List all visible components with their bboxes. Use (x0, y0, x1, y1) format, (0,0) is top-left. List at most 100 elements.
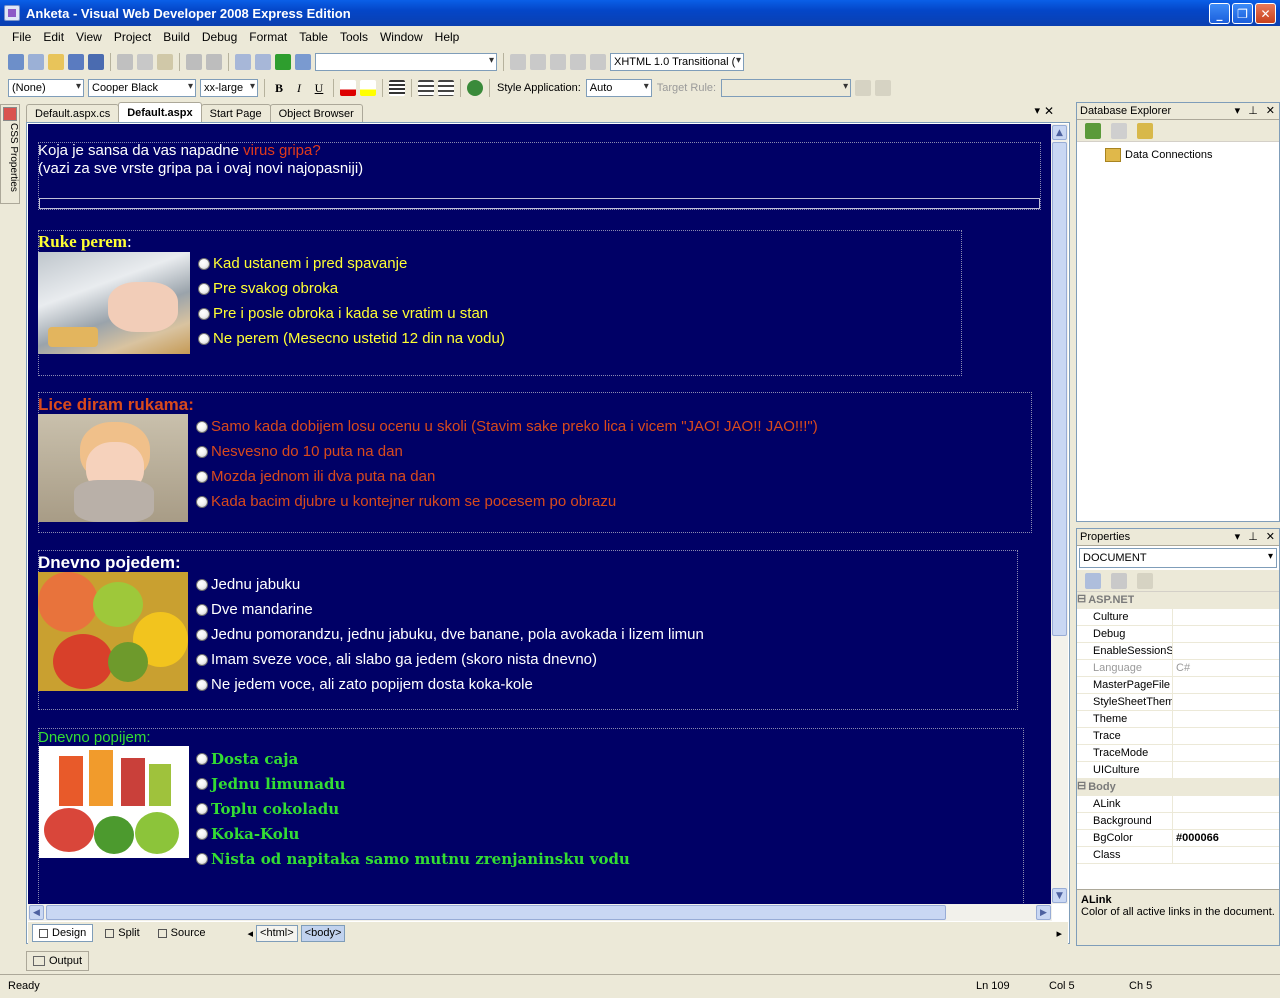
maximize-button[interactable]: ❐ (1232, 3, 1253, 24)
style-application-select[interactable]: Auto (585, 79, 652, 97)
find-in-files-icon[interactable] (295, 54, 311, 70)
style-toggle-icon[interactable] (875, 80, 892, 96)
tab-default-aspx[interactable]: Default.aspx (118, 102, 202, 122)
scroll-left-icon[interactable]: ◀ (29, 905, 44, 920)
property-row[interactable]: UICulture (1077, 762, 1279, 779)
format-selection-icon[interactable] (550, 54, 566, 70)
open-file-icon[interactable] (48, 54, 64, 70)
scroll-up-icon[interactable]: ▲ (1052, 125, 1067, 140)
option-3-3[interactable]: Jednu pomorandzu, jednu jabuku, dve bana… (196, 626, 704, 643)
uncomment-icon[interactable] (590, 54, 606, 70)
menu-format[interactable]: Format (243, 30, 293, 44)
italic-button[interactable]: I (289, 78, 309, 98)
property-row[interactable]: Theme (1077, 711, 1279, 728)
property-row[interactable]: ALink (1077, 796, 1279, 813)
scroll-down-icon[interactable]: ▼ (1052, 888, 1067, 903)
copy-icon[interactable] (137, 54, 153, 70)
option-4-4[interactable]: Koka-Kolu (196, 825, 299, 843)
property-value[interactable] (1173, 626, 1279, 642)
object-select[interactable]: DOCUMENT (1079, 548, 1277, 568)
option-1-4[interactable]: Ne perem (Mesecno ustetid 12 din na vodu… (198, 330, 505, 347)
close-tab-icon[interactable]: ✕ (1044, 104, 1054, 118)
property-value[interactable] (1173, 711, 1279, 727)
numbered-list-icon[interactable] (438, 80, 454, 96)
close-button[interactable]: ✕ (1255, 3, 1276, 24)
menu-table[interactable]: Table (293, 30, 334, 44)
menu-window[interactable]: Window (374, 30, 429, 44)
data-connections-node[interactable]: Data Connections (1077, 142, 1279, 162)
option-3-5[interactable]: Ne jedem voce, ali zato popijem dosta ko… (196, 676, 533, 693)
navigate-forward-icon[interactable] (255, 54, 271, 70)
menu-file[interactable]: File (6, 30, 37, 44)
source-view-button[interactable]: Source (152, 924, 212, 942)
property-value[interactable] (1173, 643, 1279, 659)
start-debugging-icon[interactable] (275, 54, 291, 70)
property-value[interactable] (1173, 694, 1279, 710)
property-category[interactable]: ⊟ Body (1077, 779, 1279, 796)
horizontal-scroll-thumb[interactable] (46, 905, 946, 920)
props-close-icon[interactable]: ✕ (1266, 530, 1275, 543)
property-row[interactable]: MasterPageFile (1077, 677, 1279, 694)
tab-start-page[interactable]: Start Page (200, 104, 271, 122)
option-2-1[interactable]: Samo kada dobijem losu ocenu u skoli (St… (196, 418, 818, 435)
option-1-1[interactable]: Kad ustanem i pred spavanje (198, 255, 407, 272)
horizontal-scrollbar[interactable]: ◀ ▶ (28, 904, 1052, 921)
tag-html[interactable]: <html> (256, 924, 298, 942)
indent-icon[interactable] (510, 54, 526, 70)
design-surface[interactable]: Koja je sansa da vas napadne virus gripa… (28, 124, 1052, 904)
menu-project[interactable]: Project (108, 30, 157, 44)
comment-icon[interactable] (570, 54, 586, 70)
tag-nav-left-icon[interactable]: ◂ (248, 927, 254, 940)
save-all-icon[interactable] (88, 54, 104, 70)
apply-style-icon[interactable] (855, 80, 872, 96)
tab-object-browser[interactable]: Object Browser (269, 104, 363, 122)
panel-menu-icon[interactable]: ▾ (1235, 104, 1241, 117)
save-icon[interactable] (68, 54, 84, 70)
scroll-right-icon[interactable]: ▶ (1036, 905, 1051, 920)
option-1-3[interactable]: Pre i posle obroka i kada se vratim u st… (198, 305, 488, 322)
menu-debug[interactable]: Debug (196, 30, 243, 44)
header-input-box[interactable] (39, 198, 1040, 209)
option-4-3[interactable]: Toplu cokoladu (196, 800, 339, 818)
menu-help[interactable]: Help (429, 30, 466, 44)
property-row[interactable]: Background (1077, 813, 1279, 830)
design-view-button[interactable]: Design (32, 924, 94, 942)
cut-icon[interactable] (117, 54, 133, 70)
font-name-select[interactable]: Cooper Black (88, 79, 196, 97)
option-4-1[interactable]: Dosta caja (196, 750, 298, 768)
property-row[interactable]: TraceMode (1077, 745, 1279, 762)
option-4-2[interactable]: Jednu limunadu (196, 775, 345, 793)
pin-icon[interactable]: ⊥ (1248, 104, 1258, 117)
property-value[interactable] (1173, 847, 1279, 863)
connect-database-icon[interactable] (1137, 122, 1153, 139)
property-row[interactable]: Trace (1077, 728, 1279, 745)
panel-close-icon[interactable]: ✕ (1266, 104, 1275, 117)
property-value[interactable] (1173, 813, 1279, 829)
add-item-icon[interactable] (28, 54, 44, 70)
collapse-icon[interactable]: ⊟ (1077, 779, 1086, 795)
tag-nav-right-icon[interactable]: ▸ (1056, 927, 1062, 940)
property-value[interactable] (1173, 745, 1279, 761)
bold-button[interactable]: B (269, 78, 289, 98)
property-row[interactable]: StyleSheetThem (1077, 694, 1279, 711)
collapse-icon[interactable]: ⊟ (1077, 592, 1086, 608)
categorized-icon[interactable] (1085, 572, 1101, 589)
menu-edit[interactable]: Edit (37, 30, 70, 44)
hyperlink-icon[interactable] (467, 80, 483, 96)
option-4-5[interactable]: Nista od napitaka samo mutnu zrenjaninsk… (196, 850, 630, 868)
property-row[interactable]: EnableSessionSt (1077, 643, 1279, 660)
property-row[interactable]: BgColor #000066 (1077, 830, 1279, 847)
underline-button[interactable]: U (309, 78, 329, 98)
minimize-button[interactable]: _ (1209, 3, 1230, 24)
css-properties-strip[interactable]: CSS Properties (0, 104, 20, 204)
redo-icon[interactable] (206, 54, 222, 70)
tab-list-icon[interactable]: ▾ (1034, 104, 1040, 117)
tab-default-aspx-cs[interactable]: Default.aspx.cs (26, 104, 120, 122)
option-2-2[interactable]: Nesvesno do 10 puta na dan (196, 443, 403, 460)
undo-icon[interactable] (186, 54, 202, 70)
new-project-icon[interactable] (8, 54, 24, 70)
block-format-select[interactable]: (None) (8, 79, 84, 97)
vertical-scrollbar[interactable]: ▲ ▼ (1051, 124, 1068, 904)
alphabetical-icon[interactable] (1111, 572, 1127, 589)
doctype-select[interactable]: XHTML 1.0 Transitional ( (610, 53, 744, 71)
